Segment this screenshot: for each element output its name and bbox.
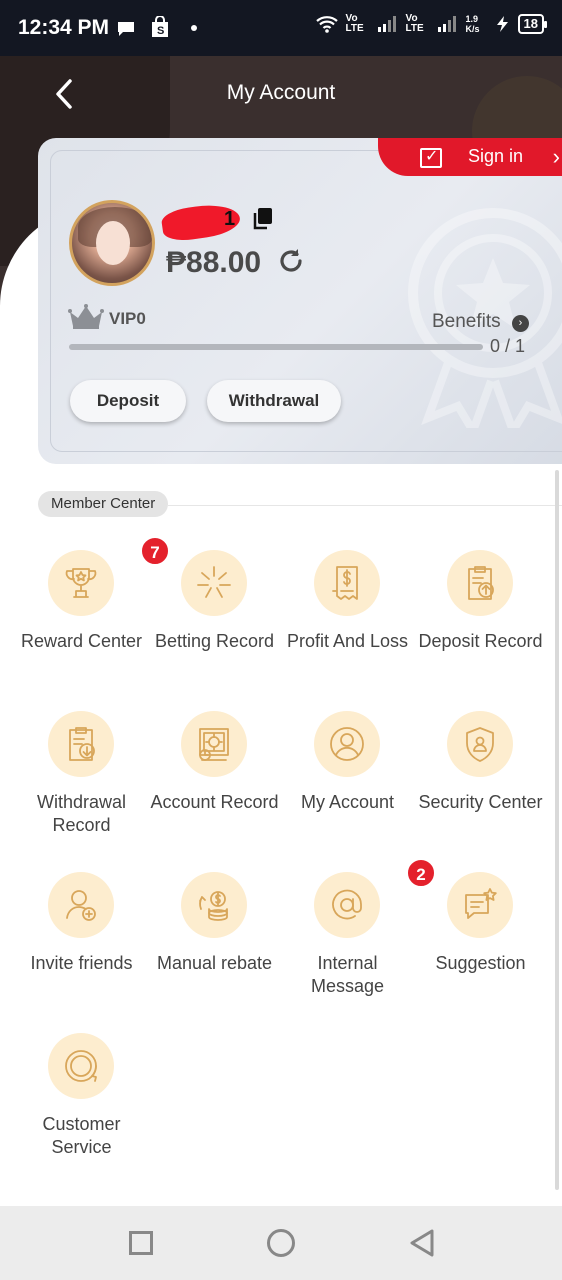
dot-icon — [191, 25, 197, 31]
member-item-label: Profit And Loss — [286, 631, 409, 651]
chat-star-icon — [447, 872, 513, 938]
sign-in-button[interactable]: Sign in › — [378, 138, 562, 176]
vip-progress-text: 0 / 1 — [490, 336, 526, 356]
notification-badge: 2 — [406, 858, 436, 888]
safe-clock-icon — [181, 711, 247, 777]
chevron-right-icon: › — [552, 144, 560, 169]
shop-bag-icon: S — [152, 16, 168, 37]
support-24-7-icon — [48, 1033, 114, 1099]
net-speed: 1.9 K/s — [465, 14, 480, 34]
home-icon[interactable] — [267, 1229, 295, 1257]
member-item-label: Invite friends — [30, 953, 133, 973]
copy-icon[interactable] — [252, 208, 272, 230]
account-card: Sign in › 1 ₱88.00 VIP0 Benefits › 0 / 1… — [38, 138, 562, 464]
receipt-dollar-icon — [314, 550, 380, 616]
back-triangle-icon[interactable] — [408, 1228, 436, 1258]
network-label-1: Vo LTE — [345, 13, 364, 34]
username: 1 — [224, 208, 236, 230]
network-label-2: Vo LTE — [405, 13, 424, 34]
status-bar: 12:34 PM S Vo LTE Vo LTE 1.9 K/s 18 — [0, 0, 562, 56]
signal-icon — [437, 16, 456, 32]
arrow-right-circle-icon[interactable]: › — [512, 315, 529, 332]
battery-indicator: 18 — [517, 14, 548, 34]
trophy-icon: 7 — [48, 536, 170, 616]
chat-icon — [118, 22, 134, 36]
member-item-label: Customer Service — [42, 1114, 121, 1157]
shield-user-icon — [447, 711, 513, 777]
vip-level: VIP0 — [109, 309, 146, 328]
member-item-label: Security Center — [418, 792, 543, 812]
member-item-label: Account Record — [150, 792, 279, 812]
member-center-title: Member Center — [38, 491, 169, 517]
balance-amount: ₱88.00 — [166, 246, 262, 279]
refresh-icon[interactable] — [276, 246, 306, 276]
avatar[interactable] — [69, 200, 155, 286]
member-item-label: Reward Center — [20, 631, 143, 651]
at-sign-icon: 2 — [314, 858, 436, 938]
calendar-check-icon — [420, 146, 442, 168]
page-title: My Account — [226, 81, 336, 104]
member-item-label: Manual rebate — [156, 953, 273, 973]
member-item-label: Suggestion — [435, 953, 526, 973]
member-item-label: Withdrawal Record — [36, 792, 127, 835]
signal-icon — [377, 16, 396, 32]
user-circle-icon — [314, 711, 380, 777]
star-burst-icon — [181, 550, 247, 616]
charging-icon — [496, 16, 508, 32]
member-item-label: Internal Message — [310, 953, 385, 996]
clipboard-upload-icon — [447, 550, 513, 616]
coins-rebate-icon — [181, 872, 247, 938]
vip-progress-bar — [69, 344, 483, 350]
status-time: 12:34 PM — [18, 16, 110, 39]
sign-in-label: Sign in — [468, 146, 524, 166]
wifi-icon — [315, 16, 338, 33]
deposit-button[interactable]: Deposit — [70, 380, 186, 422]
recents-icon[interactable] — [129, 1231, 153, 1255]
svg-text:S: S — [157, 25, 164, 37]
notification-badge: 7 — [140, 536, 170, 566]
member-item-label: Deposit Record — [418, 631, 543, 651]
user-add-icon — [48, 872, 114, 938]
clipboard-download-icon — [48, 711, 114, 777]
withdrawal-button[interactable]: Withdrawal — [207, 380, 341, 422]
system-nav-bar — [0, 1206, 562, 1280]
member-item-label: Betting Record — [154, 631, 275, 651]
member-item-label: My Account — [300, 792, 395, 812]
scrollbar[interactable] — [555, 470, 559, 1190]
benefits-link[interactable]: Benefits — [432, 311, 501, 333]
crown-icon — [68, 304, 104, 329]
